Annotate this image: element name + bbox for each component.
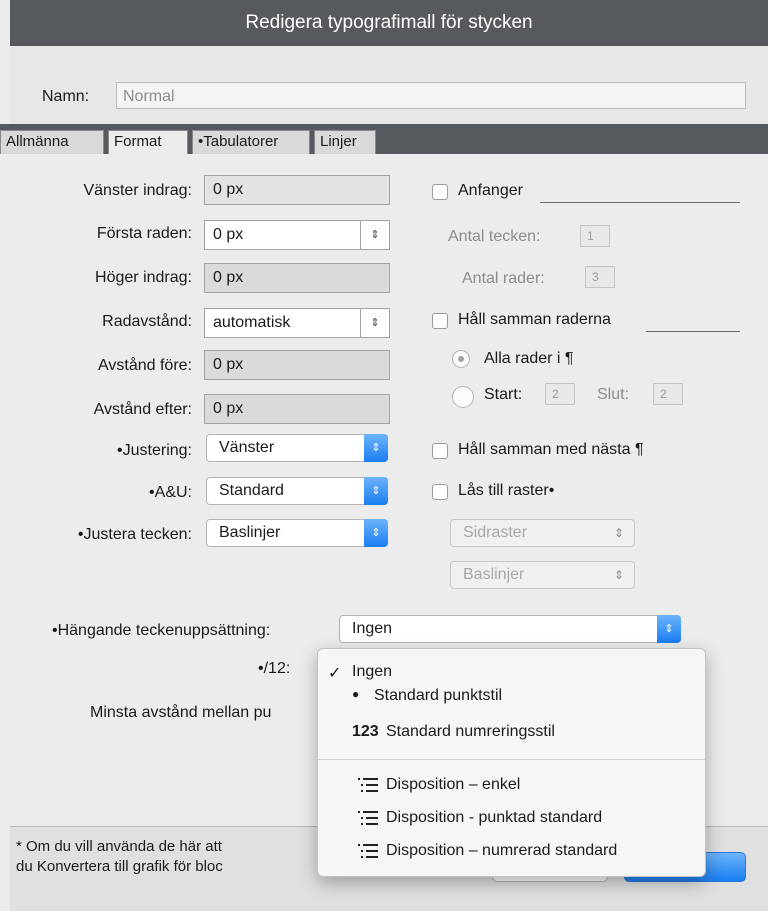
hanging-value: Ingen — [352, 620, 393, 637]
popup-arrows-icon: ⇕ — [364, 477, 388, 505]
au-value: Standard — [219, 482, 284, 499]
alla-rader-label: Alla rader i ¶ — [484, 350, 574, 367]
hanging-popup[interactable]: Ingen ⇕ — [339, 615, 681, 643]
hall-samman-nasta-label: Håll samman med nästa ¶ — [458, 441, 644, 458]
hanging-label: •Hängande teckenuppsättning: — [52, 622, 271, 639]
hall-samman-raderna-label: Håll samman raderna — [458, 311, 611, 328]
stepper-arrows-icon[interactable]: ⇕ — [360, 221, 389, 249]
outline-list-icon — [358, 844, 378, 858]
start-radio[interactable] — [452, 386, 474, 408]
avstand-efter-input[interactable]: 0 px — [204, 394, 390, 424]
las-till-raster-checkbox[interactable] — [432, 484, 448, 500]
forsta-raden-value: 0 px — [213, 226, 244, 243]
checkmark-icon: ✓ — [328, 665, 342, 682]
popup-arrows-icon: ⇕ — [364, 519, 388, 547]
bullet-icon: ● — [352, 687, 360, 701]
hall-samman-nasta-checkbox[interactable] — [432, 443, 448, 459]
alla-rader-radio[interactable] — [452, 350, 470, 368]
stepper-arrows-icon[interactable]: ⇕ — [360, 309, 389, 337]
antal-tecken-label: Antal tecken: — [448, 228, 541, 245]
footer-line-2: du Konvertera till grafik för bloc — [16, 858, 223, 875]
las-till-raster-label: Lås till raster• — [458, 482, 555, 499]
name-label: Namn: — [42, 88, 90, 105]
popup-arrows-icon: ⇕ — [364, 434, 388, 462]
hall-samman-raderna-checkbox[interactable] — [432, 313, 448, 329]
justera-tecken-label: •Justera tecken: — [77, 526, 192, 543]
justering-label: •Justering: — [117, 442, 192, 459]
justera-tecken-value: Baslinjer — [219, 524, 281, 541]
justering-value: Vänster — [219, 439, 275, 456]
antal-rader-input[interactable]: 3 — [585, 266, 615, 288]
popup-arrows-icon: ⇕ — [613, 568, 624, 582]
number-icon: 123 — [352, 723, 379, 740]
menu-separator — [318, 759, 705, 760]
popup-arrows-icon: ⇕ — [657, 615, 681, 643]
dialog-title: Redigera typografimall för stycken — [10, 0, 768, 46]
justering-popup[interactable]: Vänster ⇕ — [206, 434, 388, 462]
tab-allmanna[interactable]: Allmänna — [0, 130, 104, 154]
au-popup[interactable]: Standard ⇕ — [206, 477, 388, 505]
sidraster-value: Sidraster — [463, 524, 528, 541]
popup-arrows-icon: ⇕ — [613, 526, 624, 540]
menu-item-standard-numreringsstil[interactable]: Standard numreringsstil — [386, 723, 555, 741]
start-label: Start: — [484, 386, 523, 403]
baslinjer-value: Baslinjer — [463, 566, 525, 583]
menu-item-disposition-enkel[interactable]: Disposition – enkel — [386, 776, 520, 794]
start-input[interactable]: 2 — [545, 383, 575, 405]
vanster-indrag-label: Vänster indrag: — [83, 182, 192, 199]
anfanger-checkbox[interactable] — [432, 184, 448, 200]
outline-list-icon — [358, 778, 378, 792]
justera-tecken-popup[interactable]: Baslinjer ⇕ — [206, 519, 388, 547]
hoger-indrag-label: Höger indrag: — [95, 269, 192, 286]
avstand-efter-label: Avstånd efter: — [93, 401, 192, 418]
tab-tabulatorer[interactable]: •Tabulatorer — [192, 130, 310, 154]
slut-input[interactable]: 2 — [653, 383, 683, 405]
vanster-indrag-input[interactable]: 0 px — [204, 175, 390, 205]
radavstand-value: automatisk — [213, 314, 291, 331]
hanging-dropdown-menu: ✓ Ingen ● Standard punktstil 123 Standar… — [317, 648, 706, 877]
anfanger-label: Anfanger — [458, 182, 523, 199]
menu-item-disposition-punktad[interactable]: Disposition - punktad standard — [386, 809, 602, 827]
avstand-fore-label: Avstånd före: — [98, 357, 192, 374]
menu-item-ingen[interactable]: Ingen — [352, 663, 392, 681]
anfanger-underline — [540, 202, 740, 203]
outline-list-icon — [358, 811, 378, 825]
tab-bar: Allmänna Format •Tabulatorer Linjer — [0, 124, 768, 154]
antal-tecken-input[interactable]: 1 — [580, 225, 610, 247]
sidraster-popup[interactable]: Sidraster ⇕ — [450, 519, 635, 547]
au-label: •A&U: — [149, 484, 192, 501]
baslinjer-popup[interactable]: Baslinjer ⇕ — [450, 561, 635, 589]
footer-text: * Om du vill använda de här att du Konve… — [16, 837, 316, 877]
radavstand-stepper[interactable]: automatisk ⇕ — [204, 308, 390, 338]
bullet-number-label: •/12: — [258, 660, 291, 677]
min-spacing-label: Minsta avstånd mellan pu — [90, 704, 272, 721]
menu-item-disposition-numrerad[interactable]: Disposition – numrerad standard — [386, 842, 617, 860]
hall-samman-underline — [646, 331, 740, 332]
forsta-raden-stepper[interactable]: 0 px ⇕ — [204, 220, 390, 250]
slut-label: Slut: — [597, 386, 630, 403]
radavstand-label: Radavstånd: — [102, 313, 192, 330]
tab-linjer[interactable]: Linjer — [314, 130, 376, 154]
antal-rader-label: Antal rader: — [462, 270, 545, 287]
forsta-raden-label: Första raden: — [96, 225, 192, 242]
hoger-indrag-input[interactable]: 0 px — [204, 263, 390, 293]
footer-line-1: * Om du vill använda de här att — [16, 838, 222, 855]
menu-item-standard-punktstil[interactable]: Standard punktstil — [374, 687, 502, 705]
name-row: Namn: Normal — [10, 46, 768, 124]
tab-format[interactable]: Format — [108, 130, 188, 154]
avstand-fore-input[interactable]: 0 px — [204, 350, 390, 380]
name-input[interactable]: Normal — [116, 82, 746, 109]
